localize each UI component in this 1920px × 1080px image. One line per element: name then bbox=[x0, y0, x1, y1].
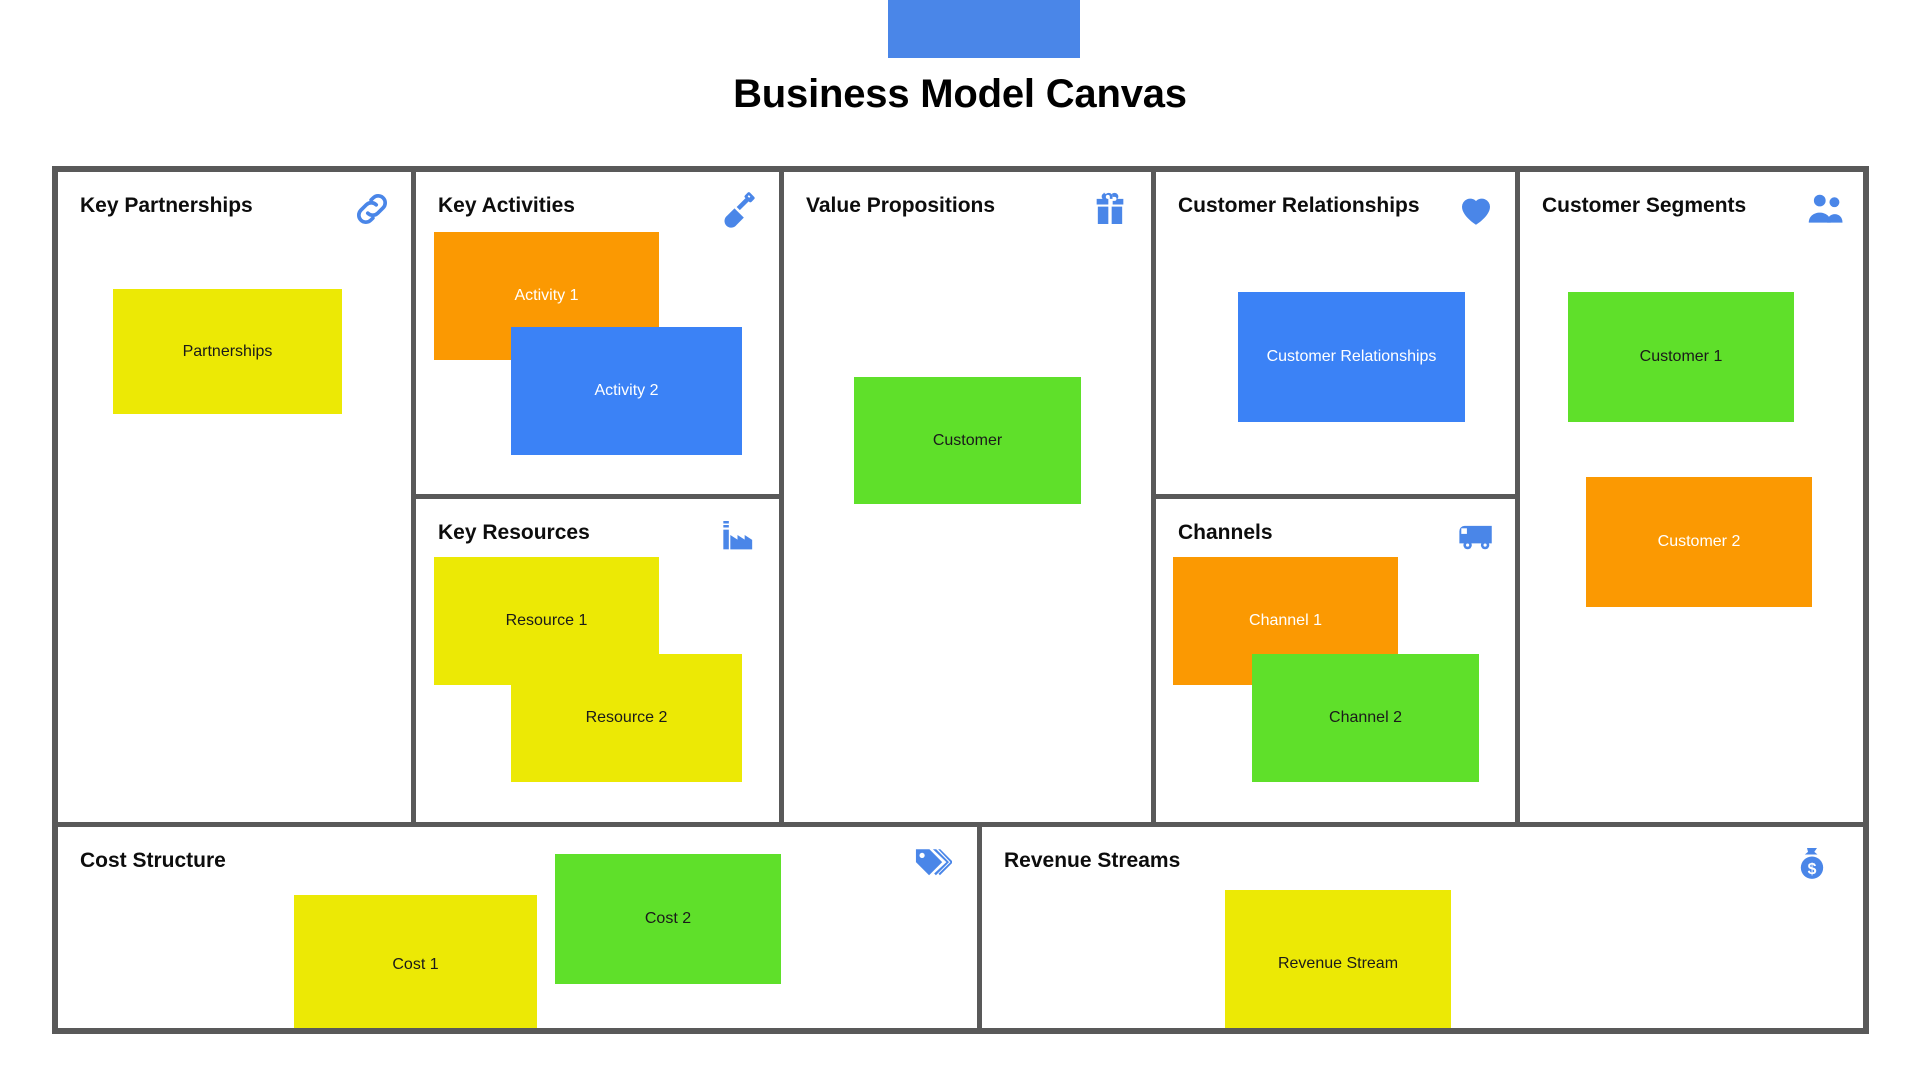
block-title-key-partnerships: Key Partnerships bbox=[80, 194, 253, 217]
money-bag-icon: $ bbox=[1789, 841, 1835, 887]
block-title-key-resources: Key Resources bbox=[438, 521, 590, 544]
block-title-key-activities: Key Activities bbox=[438, 194, 575, 217]
block-customer-relationships[interactable]: Customer Relationships Customer Relation… bbox=[1156, 172, 1515, 494]
canvas-header: Business Model Canvas bbox=[0, 0, 1920, 140]
shovel-icon bbox=[715, 186, 761, 232]
note-customer-2[interactable]: Customer 2 bbox=[1586, 477, 1812, 607]
block-key-resources[interactable]: Key Resources Resource 1 Resource 2 bbox=[416, 499, 779, 822]
block-title-value-propositions: Value Propositions bbox=[806, 194, 996, 217]
note-cost-2[interactable]: Cost 2 bbox=[555, 854, 781, 984]
note-channel-2[interactable]: Channel 2 bbox=[1252, 654, 1479, 782]
block-channels[interactable]: Channels Channel 1 Channel 2 bbox=[1156, 499, 1515, 822]
note-customer[interactable]: Customer bbox=[854, 377, 1081, 504]
business-model-canvas-page: Business Model Canvas Key Partnerships P… bbox=[0, 0, 1920, 1080]
delivery-truck-icon bbox=[1453, 513, 1499, 559]
block-cost-structure[interactable]: Cost Structure Cost 1 Cost 2 bbox=[58, 827, 977, 1028]
note-revenue-stream[interactable]: Revenue Stream bbox=[1225, 890, 1451, 1028]
block-customer-segments[interactable]: Customer Segments Customer 1 Customer 2 bbox=[1520, 172, 1863, 822]
note-resource-2[interactable]: Resource 2 bbox=[511, 654, 742, 782]
chain-link-icon bbox=[349, 186, 395, 232]
heart-icon bbox=[1453, 186, 1499, 232]
note-cost-1[interactable]: Cost 1 bbox=[294, 895, 537, 1028]
canvas-grid: Key Partnerships Partnerships Key Activi… bbox=[52, 166, 1869, 1034]
svg-text:$: $ bbox=[1808, 861, 1817, 878]
block-title-customer-segments: Customer Segments bbox=[1542, 194, 1747, 217]
note-customer-relationships[interactable]: Customer Relationships bbox=[1238, 292, 1465, 422]
people-icon bbox=[1803, 186, 1849, 232]
note-partnerships[interactable]: Partnerships bbox=[113, 289, 342, 414]
block-title-customer-relationships: Customer Relationships bbox=[1178, 194, 1420, 217]
block-value-propositions[interactable]: Value Propositions Customer bbox=[784, 172, 1151, 822]
factory-icon bbox=[715, 513, 761, 559]
block-revenue-streams[interactable]: Revenue Streams $ Revenue Stream bbox=[982, 827, 1863, 1028]
block-title-revenue-streams: Revenue Streams bbox=[1004, 849, 1181, 872]
block-title-channels: Channels bbox=[1178, 521, 1273, 544]
page-title: Business Model Canvas bbox=[733, 72, 1187, 116]
price-tags-icon bbox=[908, 841, 954, 887]
block-title-cost-structure: Cost Structure bbox=[80, 849, 226, 872]
block-key-partnerships[interactable]: Key Partnerships Partnerships bbox=[58, 172, 411, 822]
block-key-activities[interactable]: Key Activities Activity 1 Activity 2 bbox=[416, 172, 779, 494]
gift-icon bbox=[1087, 186, 1133, 232]
header-accent-block bbox=[888, 0, 1080, 58]
note-activity-2[interactable]: Activity 2 bbox=[511, 327, 742, 455]
note-customer-1[interactable]: Customer 1 bbox=[1568, 292, 1794, 422]
